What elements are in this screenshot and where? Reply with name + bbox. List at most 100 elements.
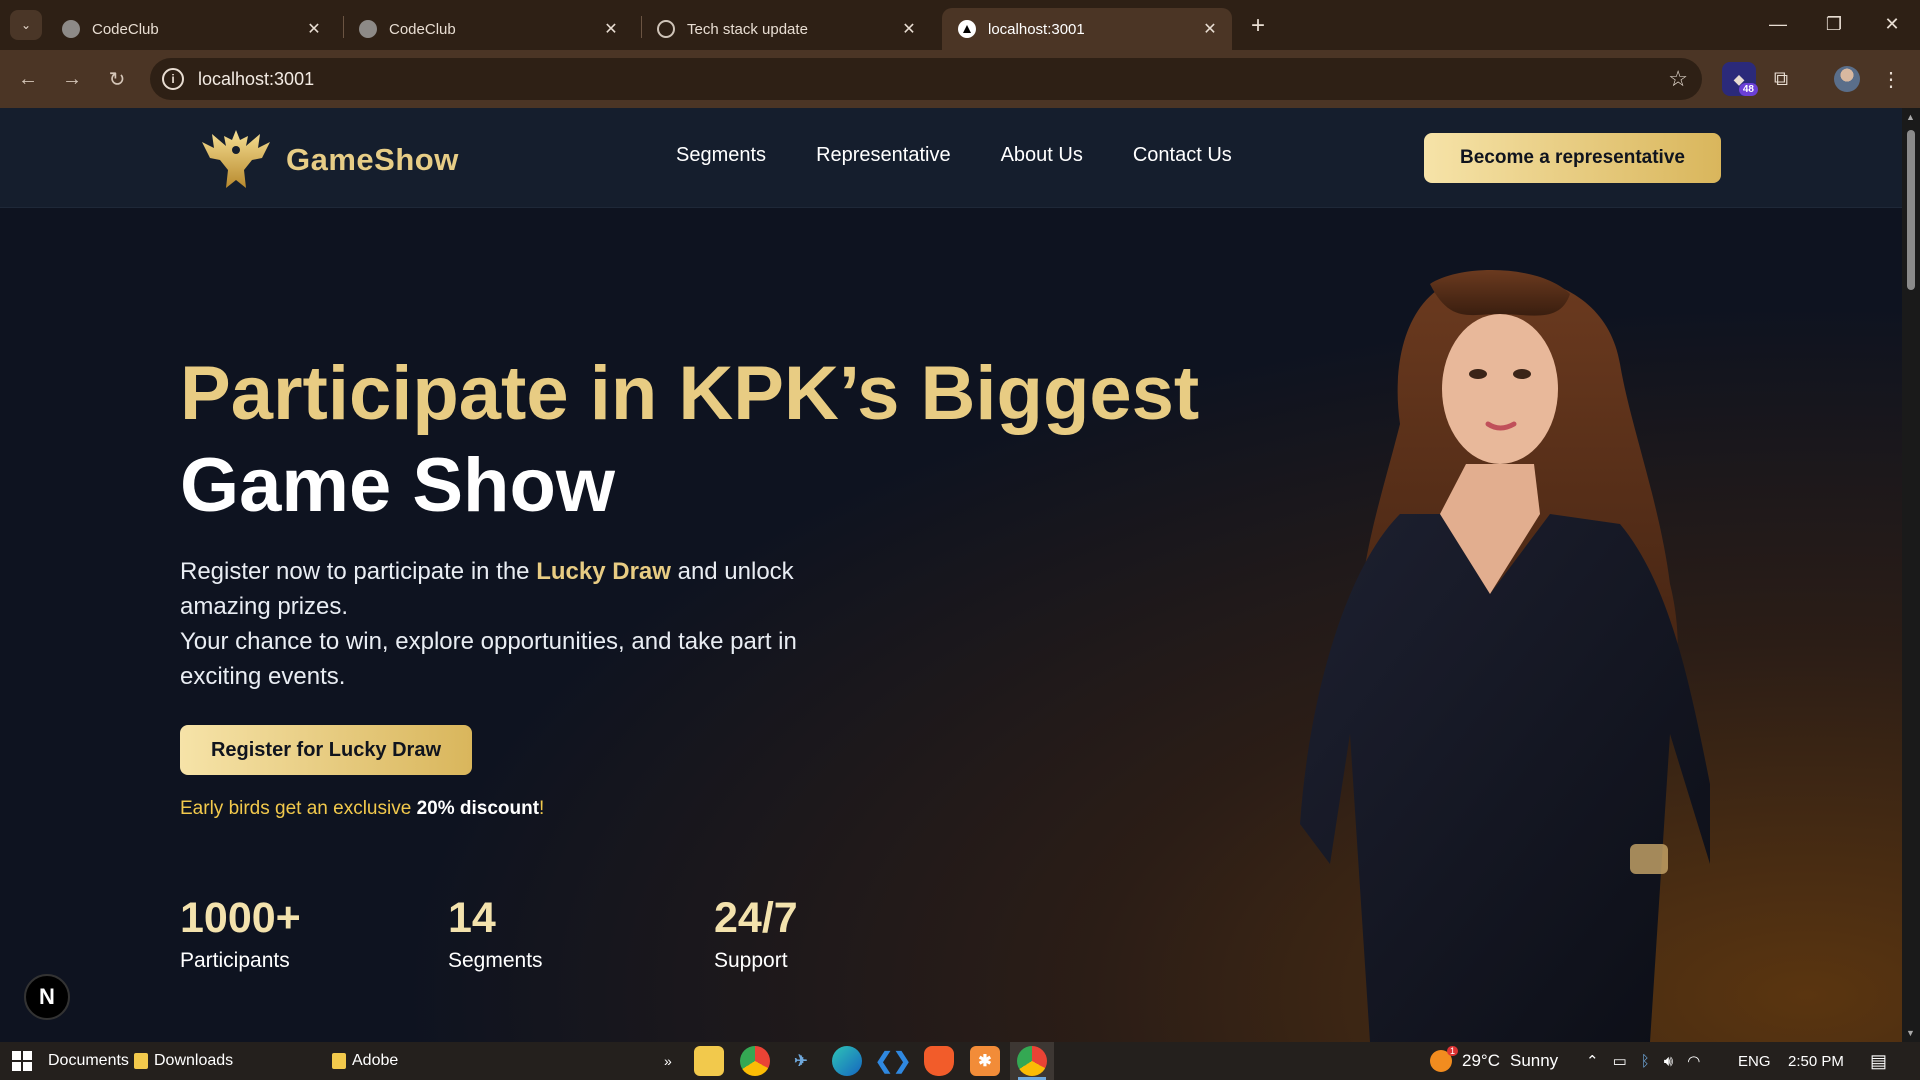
profile-avatar[interactable] xyxy=(1834,66,1860,92)
forward-button[interactable]: → xyxy=(56,63,88,95)
nav-link-contact-us[interactable]: Contact Us xyxy=(1133,144,1232,167)
active-app-highlight[interactable] xyxy=(1010,1042,1054,1080)
new-tab-button[interactable]: + xyxy=(1244,12,1272,40)
sun-icon: 1 xyxy=(1430,1046,1458,1072)
more-menu-icon[interactable]: ⋮ xyxy=(1874,62,1908,96)
stat-number: 1000+ xyxy=(180,894,301,942)
back-button[interactable]: ← xyxy=(12,63,44,95)
main-menu: Segments Representative About Us Contact… xyxy=(676,144,1232,167)
page-viewport: GameShow Segments Representative About U… xyxy=(0,108,1902,1042)
tab-title: CodeClub xyxy=(92,20,159,38)
tab-search-button[interactable]: ⌄ xyxy=(10,10,42,40)
eagle-logo-icon xyxy=(202,130,270,188)
vscode-icon[interactable]: ❮❯ xyxy=(875,1046,912,1076)
pinned-documents[interactable]: Documents xyxy=(48,1042,129,1080)
folder-icon xyxy=(332,1053,346,1069)
early-bird-note: Early birds get an exclusive 20% discoun… xyxy=(180,798,544,820)
extension-icon[interactable]: ◆ 48 xyxy=(1722,62,1758,96)
reload-button[interactable]: ↻ xyxy=(101,63,133,95)
system-tray: ⌃ ▭ ᛒ 🔊︎ ◠ xyxy=(1586,1042,1700,1080)
minimize-button[interactable]: — xyxy=(1750,0,1806,48)
site-logo[interactable]: GameShow xyxy=(200,126,459,194)
extensions-menu-icon[interactable]: ⧉ xyxy=(1764,62,1798,96)
brave-icon[interactable] xyxy=(924,1046,954,1076)
stat-label: Participants xyxy=(180,949,290,972)
stat-segments: 14 Segments xyxy=(448,894,543,973)
register-lucky-draw-button[interactable]: Register for Lucky Draw xyxy=(180,725,472,775)
close-icon[interactable]: ✕ xyxy=(304,19,324,39)
nav-link-representative[interactable]: Representative xyxy=(816,144,951,167)
folder-icon xyxy=(134,1053,148,1069)
headline-gold-line: Participate in KPK’s Biggest xyxy=(180,351,1200,436)
wifi-icon[interactable]: ◠ xyxy=(1687,1052,1700,1070)
windows-taskbar: Documents Downloads Adobe » ✈ ❮❯ ✱ 1 29°… xyxy=(0,1042,1920,1080)
become-representative-button[interactable]: Become a representative xyxy=(1424,133,1721,183)
xampp-icon[interactable]: ✱ xyxy=(970,1046,1000,1076)
nextjs-dev-indicator[interactable]: N xyxy=(24,974,70,1020)
clock[interactable]: 2:50 PM xyxy=(1788,1042,1844,1080)
description-text: Register now to participate in the xyxy=(180,558,537,585)
bookmark-star-icon[interactable]: ☆ xyxy=(1668,66,1688,92)
hero-model-image xyxy=(1300,270,1710,1042)
stat-participants: 1000+ Participants xyxy=(180,894,301,973)
discount-text: 20% discount xyxy=(416,798,540,819)
lucky-draw-highlight: Lucky Draw xyxy=(536,558,671,585)
hero-headline: Participate in KPK’s Biggest Game Show xyxy=(180,348,1199,532)
scroll-up-arrow-icon[interactable]: ▲ xyxy=(1906,112,1915,122)
tab-localhost[interactable]: localhost:3001 ✕ xyxy=(942,8,1232,50)
close-icon[interactable]: ✕ xyxy=(601,19,621,39)
notification-icon[interactable]: ▤ xyxy=(1870,1042,1887,1080)
language-indicator[interactable]: ENG xyxy=(1738,1042,1771,1080)
address-bar[interactable]: i localhost:3001 ☆ xyxy=(150,58,1702,100)
browser-toolbar: ← → ↻ i localhost:3001 ☆ ◆ 48 ⧉ ⋮ xyxy=(0,50,1920,108)
tab-codeclub-1[interactable]: CodeClub ✕ xyxy=(46,8,336,50)
start-button[interactable] xyxy=(12,1042,32,1080)
tab-title: localhost:3001 xyxy=(988,20,1085,38)
nav-link-about-us[interactable]: About Us xyxy=(1001,144,1083,167)
windows-logo-icon xyxy=(12,1051,32,1071)
triangle-icon xyxy=(958,20,976,38)
browser-tab-bar: ⌄ CodeClub ✕ CodeClub ✕ Tech stack updat… xyxy=(0,0,1920,50)
tab-codeclub-2[interactable]: CodeClub ✕ xyxy=(343,8,633,50)
pinned-adobe[interactable]: Adobe xyxy=(332,1042,398,1080)
volume-icon[interactable]: 🔊︎ xyxy=(1664,1053,1673,1070)
page-scrollbar[interactable]: ▲ ▼ xyxy=(1902,108,1920,1042)
globe-icon xyxy=(62,20,80,38)
weather-temp: 29°C xyxy=(1462,1051,1500,1070)
weather-text: Sunny xyxy=(1509,1051,1559,1070)
remote-desktop-icon[interactable]: ✈ xyxy=(786,1046,816,1076)
battery-icon[interactable]: ▭ xyxy=(1613,1052,1627,1070)
info-icon[interactable]: i xyxy=(162,68,184,90)
headline-white-line: Game Show xyxy=(180,443,615,528)
weather-badge: 1 xyxy=(1446,1046,1458,1056)
hero-description: Register now to participate in the Lucky… xyxy=(180,554,840,694)
description-text-line2: Your chance to win, explore opportunitie… xyxy=(180,628,797,690)
close-window-button[interactable]: ✕ xyxy=(1864,0,1920,48)
pinned-downloads[interactable]: Downloads xyxy=(134,1042,233,1080)
openai-icon xyxy=(657,20,675,38)
stat-number: 24/7 xyxy=(714,894,798,942)
file-explorer-icon[interactable] xyxy=(694,1046,724,1076)
url-text: localhost:3001 xyxy=(198,68,315,89)
close-icon[interactable]: ✕ xyxy=(899,19,919,39)
tab-tech-stack-update[interactable]: Tech stack update ✕ xyxy=(641,8,931,50)
scroll-down-arrow-icon[interactable]: ▼ xyxy=(1906,1028,1915,1038)
close-icon[interactable]: ✕ xyxy=(1200,19,1220,39)
taskbar-overflow[interactable]: » xyxy=(664,1042,672,1080)
weather-widget[interactable]: 1 29°C Sunny xyxy=(1430,1042,1558,1080)
tab-title: CodeClub xyxy=(389,20,456,38)
tab-title: Tech stack update xyxy=(687,20,808,38)
site-navbar: GameShow Segments Representative About U… xyxy=(0,108,1902,208)
brand-name: GameShow xyxy=(286,142,459,177)
early-bird-text: Early birds get an exclusive xyxy=(180,798,417,819)
nav-link-segments[interactable]: Segments xyxy=(676,144,766,167)
restore-button[interactable]: ❐ xyxy=(1806,0,1862,48)
chevron-up-icon[interactable]: ⌃ xyxy=(1586,1052,1599,1070)
chrome-active-icon[interactable] xyxy=(1017,1046,1047,1076)
scrollbar-thumb[interactable] xyxy=(1907,130,1915,290)
bluetooth-icon[interactable]: ᛒ xyxy=(1641,1053,1650,1070)
extension-badge: 48 xyxy=(1738,83,1758,96)
stat-support: 24/7 Support xyxy=(714,894,798,973)
chrome-icon[interactable] xyxy=(740,1046,770,1076)
edge-icon[interactable] xyxy=(832,1046,862,1076)
